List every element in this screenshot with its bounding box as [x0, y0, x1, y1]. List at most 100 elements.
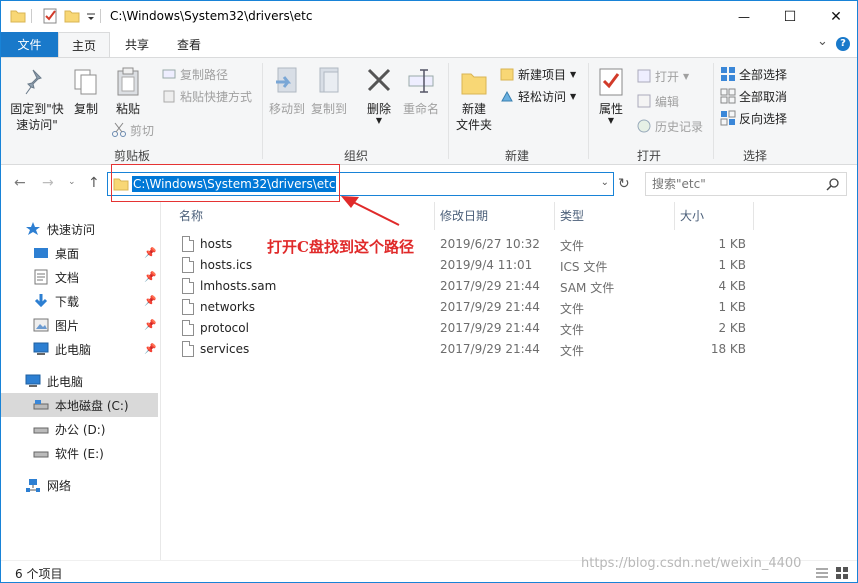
- file-tab[interactable]: 文件: [1, 32, 58, 57]
- sidebar-item-downloads[interactable]: 下载 📌: [1, 289, 158, 313]
- star-icon: [25, 221, 41, 237]
- details-view-icon[interactable]: [815, 566, 829, 580]
- new-folder-icon[interactable]: [64, 8, 80, 24]
- annotation-arrow-icon: [341, 196, 400, 226]
- file-type: 文件: [560, 344, 585, 358]
- move-to-icon: [272, 66, 302, 98]
- file-type: SAM 文件: [560, 281, 615, 295]
- divider: [554, 202, 555, 230]
- column-header-modified[interactable]: 修改日期: [440, 207, 488, 224]
- new-folder-button[interactable]: 新建 文件夹: [454, 66, 494, 133]
- divider: [753, 202, 754, 230]
- divider: [713, 63, 714, 159]
- delete-button[interactable]: 删除 ▼: [362, 66, 396, 125]
- history-icon: [636, 118, 652, 134]
- sidebar-item-pictures[interactable]: 图片 📌: [1, 313, 158, 337]
- pin-label: 固定到"快 速访问": [10, 102, 64, 132]
- organize-group-label: 组织: [343, 149, 368, 163]
- close-button[interactable]: ✕: [813, 1, 857, 32]
- new-item-button[interactable]: 新建项目 ▼: [499, 64, 576, 84]
- sidebar-item-label: 桌面: [55, 246, 80, 261]
- help-icon[interactable]: ?: [836, 37, 850, 51]
- ribbon-expand-icon[interactable]: ⌄: [817, 34, 828, 49]
- chevron-down-icon: ▼: [375, 116, 383, 125]
- file-name: hosts: [200, 237, 233, 251]
- sidebar-item-this-pc[interactable]: 此电脑: [1, 369, 158, 393]
- scissors-icon: [111, 122, 127, 138]
- quick-access-dropdown-icon[interactable]: [86, 11, 96, 27]
- table-row[interactable]: protocol 2017/9/29 21:44 文件 2 KB: [161, 318, 761, 339]
- select-all-button[interactable]: 全部选择: [720, 64, 787, 84]
- select-none-button[interactable]: 全部取消: [720, 86, 787, 106]
- search-icon[interactable]: [826, 177, 840, 191]
- rename-button[interactable]: 重命名: [401, 66, 441, 117]
- file-icon: [182, 299, 194, 315]
- highlight-box: [111, 164, 340, 202]
- tab-home[interactable]: 主页: [58, 32, 110, 58]
- properties-icon[interactable]: [42, 8, 58, 24]
- recent-locations-icon[interactable]: ⌄: [68, 177, 76, 187]
- file-name: lmhosts.sam: [200, 279, 277, 293]
- edit-button[interactable]: 编辑: [636, 91, 679, 111]
- tab-view[interactable]: 查看: [166, 32, 212, 57]
- paste-shortcut-button[interactable]: 粘贴快捷方式: [161, 86, 252, 106]
- sidebar-item-quick-access[interactable]: 快速访问: [1, 217, 158, 241]
- sidebar-item-label: 图片: [55, 318, 80, 333]
- search-input[interactable]: [652, 174, 822, 194]
- paste-button[interactable]: 粘贴: [111, 66, 145, 117]
- sidebar-item-network[interactable]: 网络: [1, 473, 158, 497]
- maximize-button[interactable]: ☐: [767, 1, 813, 32]
- pin-quick-access-button[interactable]: 固定到"快 速访问": [7, 66, 67, 133]
- file-name: networks: [200, 300, 255, 314]
- copy-path-button[interactable]: 复制路径: [161, 64, 228, 84]
- large-icons-view-icon[interactable]: [835, 566, 849, 580]
- table-row[interactable]: hosts.ics 2019/9/4 11:01 ICS 文件 1 KB: [161, 255, 761, 276]
- move-to-button[interactable]: 移动到: [267, 66, 307, 117]
- copy-button[interactable]: 复制: [71, 66, 101, 117]
- table-row[interactable]: networks 2017/9/29 21:44 文件 1 KB: [161, 297, 761, 318]
- copy-to-button[interactable]: 复制到: [309, 66, 349, 117]
- table-row[interactable]: services 2017/9/29 21:44 文件 18 KB: [161, 339, 761, 360]
- table-row[interactable]: lmhosts.sam 2017/9/29 21:44 SAM 文件 4 KB: [161, 276, 761, 297]
- properties-label: 属性: [598, 102, 623, 116]
- sidebar-item-this-pc-quick[interactable]: 此电脑 📌: [1, 337, 158, 361]
- sidebar-item-drive-e[interactable]: 软件 (E:): [1, 441, 158, 465]
- pictures-icon: [33, 317, 49, 333]
- file-icon: [182, 341, 194, 357]
- easy-access-button[interactable]: 轻松访问 ▼: [499, 86, 576, 106]
- column-header-name[interactable]: 名称: [179, 207, 203, 224]
- refresh-icon[interactable]: ↻: [618, 176, 630, 192]
- file-modified: 2017/9/29 21:44: [440, 300, 540, 314]
- delete-label: 删除: [366, 102, 391, 116]
- history-button[interactable]: 历史记录: [636, 116, 703, 136]
- easy-access-label: 轻松访问: [518, 89, 567, 104]
- copy-path-label: 复制路径: [180, 67, 229, 82]
- column-header-type[interactable]: 类型: [560, 207, 584, 224]
- column-header-size[interactable]: 大小: [680, 207, 704, 224]
- forward-arrow-icon[interactable]: →: [42, 175, 54, 191]
- new-folder-label: 新建 文件夹: [455, 102, 492, 132]
- ribbon-tabs: 文件 主页 共享 查看 ⌄ ?: [1, 32, 857, 58]
- sidebar-item-drive-d[interactable]: 办公 (D:): [1, 417, 158, 441]
- cut-button[interactable]: 剪切: [111, 120, 154, 140]
- sidebar-item-desktop[interactable]: 桌面 📌: [1, 241, 158, 265]
- sidebar-item-drive-c[interactable]: 本地磁盘 (C:): [1, 393, 158, 417]
- chevron-down-icon[interactable]: ⌄: [601, 177, 609, 188]
- table-row[interactable]: hosts 2019/6/27 10:32 文件 1 KB: [161, 234, 761, 255]
- sidebar-item-documents[interactable]: 文档 📌: [1, 265, 158, 289]
- open-button[interactable]: 打开 ▼: [636, 66, 689, 86]
- up-arrow-icon[interactable]: ↑: [88, 175, 100, 191]
- properties-button[interactable]: 属性 ▼: [593, 66, 629, 125]
- copy-icon: [71, 66, 101, 98]
- minimize-button[interactable]: —: [721, 1, 767, 32]
- chevron-down-icon: ▼: [683, 71, 690, 81]
- open-icon: [636, 68, 652, 84]
- paste-icon: [113, 66, 143, 98]
- file-modified: 2017/9/29 21:44: [440, 342, 540, 356]
- search-box[interactable]: [645, 172, 847, 196]
- easy-access-icon: [499, 88, 515, 104]
- pin-icon: 📌: [144, 295, 157, 307]
- tab-share[interactable]: 共享: [114, 32, 160, 57]
- invert-selection-button[interactable]: 反向选择: [720, 108, 787, 128]
- back-arrow-icon[interactable]: ←: [14, 175, 26, 191]
